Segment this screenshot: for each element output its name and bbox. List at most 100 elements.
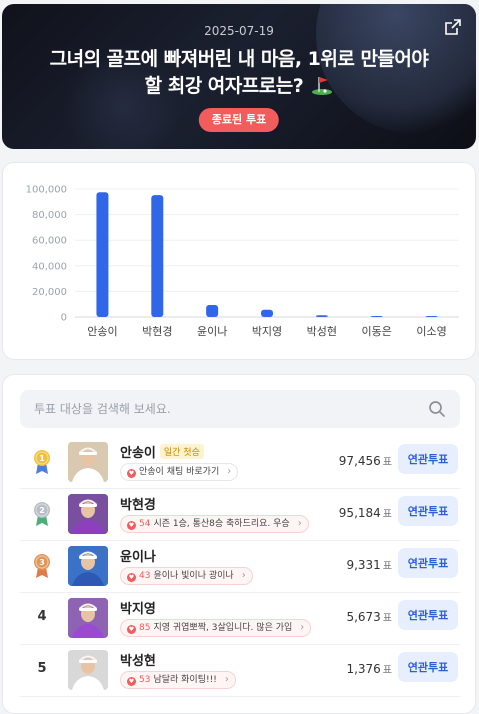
candidate-comment-link[interactable]: ♥ 53 남달라 화이팅!!! › xyxy=(120,671,236,689)
vote-count: 95,184 표 xyxy=(339,505,392,520)
vote-count: 5,673 표 xyxy=(346,609,392,624)
candidate-row[interactable]: 2 박현경 ♥ 54 시즌 1승, 통산8승 축하드리요. 우승 › 95,184 표… xyxy=(20,489,460,541)
rank-number: 5 xyxy=(37,661,47,676)
avatar xyxy=(68,442,108,482)
vote-title-line1: 그녀의 골프에 빠져버린 내 마음, 1위로 만들어야 xyxy=(49,48,429,70)
vote-title: 그녀의 골프에 빠져버린 내 마음, 1위로 만들어야 할 최강 여자프로는? xyxy=(22,46,456,100)
chevron-right-icon: › xyxy=(227,466,232,477)
chart-bar xyxy=(151,195,164,317)
vote-title-line2: 할 최강 여자프로는? xyxy=(144,75,304,97)
comment-text: 지영 귀엽뽀짝, 3살입니다. 많은 가입 xyxy=(153,623,293,633)
player-photo xyxy=(68,650,108,690)
comment-count: 53 xyxy=(139,675,151,685)
candidate-name-text: 박성현 xyxy=(120,654,156,669)
vote-unit: 표 xyxy=(382,561,392,572)
vote-count-value: 1,376 xyxy=(346,662,381,676)
golf-flag-icon xyxy=(312,77,333,95)
medal-rank-number: 2 xyxy=(39,506,45,515)
search-icon[interactable] xyxy=(428,400,446,418)
candidate-comment-link[interactable]: ♥ 54 시즌 1승, 통산8승 축하드리요. 우승 › xyxy=(120,515,309,533)
y-tick-label: 0 xyxy=(61,313,67,324)
player-photo xyxy=(68,546,108,586)
candidate-row[interactable]: 5 박성현 ♥ 53 남달라 화이팅!!! › 1,376 표 연관투표 xyxy=(20,645,460,697)
vote-unit: 표 xyxy=(382,613,392,624)
chart-bar xyxy=(370,316,383,317)
candidate-tag: 일간 첫승 xyxy=(159,444,204,459)
avatar xyxy=(68,650,108,690)
chart-bar xyxy=(425,316,438,317)
avatar xyxy=(68,494,108,534)
comment-count: 54 xyxy=(139,519,151,529)
chevron-right-icon: › xyxy=(241,570,246,581)
x-category-label: 박성현 xyxy=(307,325,337,338)
comment-text: 남달라 화이팅!!! xyxy=(153,675,217,685)
candidate-name: 박성현 xyxy=(120,650,156,669)
candidate-name: 안송이 일간 첫승 xyxy=(120,442,204,461)
heart-icon: ♥ xyxy=(127,677,136,686)
vote-count-value: 5,673 xyxy=(346,610,381,624)
x-category-label: 박현경 xyxy=(142,325,172,338)
candidate-row[interactable]: 4 박지영 ♥ 85 지영 귀엽뽀짝, 3살입니다. 많은 가입 › 5,673 표 … xyxy=(20,593,460,645)
candidate-comment-link[interactable]: ♥ 85 지영 귀엽뽀짝, 3살입니다. 많은 가입 › xyxy=(120,619,312,637)
x-category-label: 이동은 xyxy=(362,325,392,338)
related-vote-button[interactable]: 연관투표 xyxy=(398,600,458,630)
chevron-right-icon: › xyxy=(224,674,229,685)
related-vote-button[interactable]: 연관투표 xyxy=(398,652,458,682)
y-tick-label: 80,000 xyxy=(32,210,67,221)
comment-text: 시즌 1승, 통산8승 축하드리요. 우승 xyxy=(153,519,290,529)
candidate-row[interactable]: 1 안송이 일간 첫승 ♥ 안송이 채팅 바로가기 › 97,456 표 연관투표 xyxy=(20,437,460,489)
related-vote-button[interactable]: 연관투표 xyxy=(398,496,458,526)
chevron-right-icon: › xyxy=(297,518,302,529)
comment-text: 윤이나 빛이나 광이나 xyxy=(153,571,234,581)
y-tick-label: 60,000 xyxy=(32,236,67,247)
candidate-list-card: 1 안송이일간 첫승 ♥안송이 채팅 바로가기 › 97,456표 연관투표 2 xyxy=(2,374,476,714)
candidate-comment-link[interactable]: ♥ 안송이 채팅 바로가기 › xyxy=(120,463,239,481)
vote-result-chart: 0 20,000 40,000 60,000 80,000 100,000 안송이 박현경 윤이… xyxy=(2,162,476,360)
x-category-label: 윤이나 xyxy=(197,325,227,338)
chart-bar xyxy=(261,309,273,317)
rank-medal-icon: 1 xyxy=(34,450,50,474)
medal-rank-number: 3 xyxy=(39,558,45,567)
comment-text: 안송이 채팅 바로가기 xyxy=(139,467,220,477)
candidate-search-bar xyxy=(20,390,460,428)
heart-icon: ♥ xyxy=(127,573,136,582)
candidate-name-text: 안송이 xyxy=(120,446,156,461)
y-tick-label: 20,000 xyxy=(32,287,67,298)
y-tick-label: 100,000 xyxy=(26,185,67,196)
chart-bar xyxy=(315,315,328,317)
related-vote-button[interactable]: 연관투표 xyxy=(398,444,458,474)
candidate-search-input[interactable] xyxy=(20,390,400,428)
x-category-label: 안송이 xyxy=(87,325,117,338)
chat-icon: ♥ xyxy=(127,469,136,478)
heart-icon: ♥ xyxy=(127,625,136,634)
x-category-label: 박지영 xyxy=(252,325,282,338)
vote-count-value: 97,456 xyxy=(338,454,381,468)
rank-number: 4 xyxy=(37,609,47,624)
candidate-name-text: 윤이나 xyxy=(120,550,156,565)
y-tick-label: 40,000 xyxy=(32,261,67,272)
vote-count: 9,331 표 xyxy=(346,557,392,572)
candidate-name: 박현경 xyxy=(120,494,156,513)
avatar xyxy=(68,598,108,638)
related-vote-button[interactable]: 연관투표 xyxy=(398,548,458,578)
bar-chart: 0 20,000 40,000 60,000 80,000 100,000 안송이 박현경 윤이… xyxy=(26,185,459,338)
chevron-right-icon: › xyxy=(300,622,305,633)
candidate-name-text: 박현경 xyxy=(120,498,156,513)
vote-count: 97,456 표 xyxy=(339,453,392,468)
vote-date: 2025-07-19 xyxy=(204,24,274,38)
chart-bar xyxy=(206,305,219,317)
vote-unit: 표 xyxy=(382,665,392,676)
candidate-name: 박지영 xyxy=(120,598,156,617)
candidate-comment-link[interactable]: ♥ 43 윤이나 빛이나 광이나 › xyxy=(120,567,253,585)
player-photo xyxy=(68,442,108,482)
vote-hero-banner: 2025-07-19 그녀의 골프에 빠져버린 내 마음, 1위로 만들어야 할… xyxy=(2,4,476,149)
vote-count: 1,376 표 xyxy=(346,661,392,676)
vote-unit: 표 xyxy=(382,457,392,468)
comment-count: 43 xyxy=(139,571,151,581)
candidate-row[interactable]: 3 윤이나 ♥ 43 윤이나 빛이나 광이나 › 9,331 표 연관투표 xyxy=(20,541,460,593)
heart-icon: ♥ xyxy=(127,521,136,530)
candidate-name: 윤이나 xyxy=(120,546,156,565)
player-photo xyxy=(68,598,108,638)
share-icon[interactable] xyxy=(444,18,462,36)
vote-count-value: 95,184 xyxy=(338,506,381,520)
